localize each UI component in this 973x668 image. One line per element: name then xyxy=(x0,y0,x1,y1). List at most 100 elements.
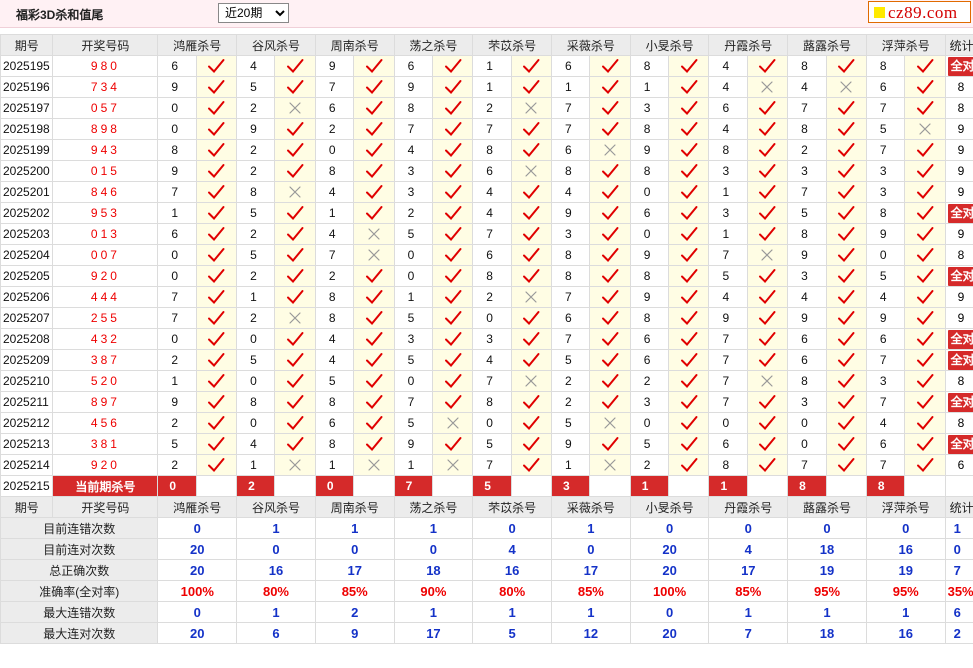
result-mark-cell xyxy=(904,97,946,119)
kill-number-cell: 6 xyxy=(865,328,906,350)
kill-number-cell: 1 xyxy=(550,76,591,98)
summary-value: 1 xyxy=(551,601,631,623)
draw-row: 2025202 953 1 5 1 2 4 9 6 3 5 8 全对 xyxy=(0,202,973,224)
result-mark-cell xyxy=(668,139,710,161)
cross-icon xyxy=(525,375,537,387)
kill-number-cell: 8 xyxy=(393,97,433,119)
check-icon xyxy=(916,395,934,409)
result-mark-cell xyxy=(510,223,553,245)
result-mark-cell xyxy=(510,55,553,77)
summary-row: 准确率(全对率) 100% 80% 85% 90% 80% 85% 100% 85% 95% 95%… xyxy=(0,580,973,602)
check-icon xyxy=(208,59,225,73)
kill-number-cell: 2 xyxy=(550,391,591,413)
summary-value: 0 xyxy=(472,517,552,539)
current-empty-cell xyxy=(825,475,867,497)
all-correct-badge: 全对 xyxy=(947,329,973,349)
check-icon xyxy=(523,416,540,430)
stat-cell: 全对 xyxy=(944,265,973,287)
stat-cell: 6 xyxy=(944,454,973,476)
check-icon xyxy=(680,164,698,178)
stat-value: 9 xyxy=(957,185,965,199)
check-icon xyxy=(208,269,225,283)
cross-icon xyxy=(368,249,380,261)
kill-number-cell: 6 xyxy=(708,97,748,119)
kill-number-cell: 9 xyxy=(157,391,197,413)
check-icon xyxy=(444,185,462,199)
draw-row: 2025211 897 9 8 8 7 8 2 3 7 3 7 全对 xyxy=(0,391,973,413)
all-correct-badge: 全对 xyxy=(947,434,973,454)
draw-row: 2025210 520 1 0 5 0 7 2 2 7 8 3 8 xyxy=(0,370,973,392)
result-mark-cell xyxy=(431,244,474,266)
kill-number-cell: 5 xyxy=(865,118,906,140)
kill-number-cell: 7 xyxy=(708,244,748,266)
current-kill-number: 8 xyxy=(865,475,906,497)
summary-value: 1 xyxy=(314,517,395,539)
check-icon xyxy=(916,353,934,367)
result-mark-cell xyxy=(353,76,395,98)
kill-number-cell: 8 xyxy=(629,265,670,287)
summary-label: 准确率(全对率) xyxy=(0,580,159,602)
result-mark-cell xyxy=(431,370,474,392)
summary-value: 80% xyxy=(236,580,316,602)
period-select[interactable]: 近20期 xyxy=(218,3,289,23)
summary-value: 20 xyxy=(629,538,710,560)
issue-cell: 2025203 xyxy=(0,223,54,245)
summary-value: 19 xyxy=(787,559,867,581)
issue-cell: 2025208 xyxy=(0,328,54,350)
site-logo[interactable]: cz89.com xyxy=(868,1,971,23)
kill-number-cell: 6 xyxy=(550,307,591,329)
result-mark-cell xyxy=(510,160,553,182)
kill-number-cell: 7 xyxy=(314,76,355,98)
check-icon xyxy=(602,290,619,304)
stat-value: 6 xyxy=(957,458,965,472)
kill-number-cell: 0 xyxy=(393,244,433,266)
result-mark-cell xyxy=(589,370,631,392)
check-icon xyxy=(287,143,304,157)
result-mark-cell xyxy=(589,286,631,308)
result-mark-cell xyxy=(274,181,316,203)
result-mark-cell xyxy=(825,265,867,287)
kill-number-cell: 3 xyxy=(865,181,906,203)
draw-row: 2025206 444 7 1 8 1 2 7 9 4 4 4 9 xyxy=(0,286,973,308)
kill-number-cell: 3 xyxy=(629,97,670,119)
kill-number-cell: 0 xyxy=(393,265,433,287)
kill-number-cell: 6 xyxy=(629,328,670,350)
check-icon xyxy=(365,437,383,451)
result-mark-cell xyxy=(431,223,474,245)
kill-number-cell: 7 xyxy=(472,118,512,140)
kill-number-cell: 7 xyxy=(157,181,197,203)
kill-number-cell: 5 xyxy=(787,202,827,224)
result-mark-cell xyxy=(589,307,631,329)
check-icon xyxy=(523,59,540,73)
check-icon xyxy=(759,101,776,115)
kill-number-cell: 3 xyxy=(472,328,512,350)
draw-number-cell: 015 xyxy=(52,160,159,182)
summary-label: 最大连错次数 xyxy=(0,601,159,623)
check-icon xyxy=(916,80,934,94)
check-icon xyxy=(365,374,383,388)
stat-value: 8 xyxy=(957,80,965,94)
summary-value: 90% xyxy=(393,580,474,602)
check-icon xyxy=(523,206,540,220)
result-mark-cell xyxy=(904,76,946,98)
check-icon xyxy=(523,122,540,136)
result-mark-cell xyxy=(431,118,474,140)
kill-number-cell: 6 xyxy=(550,139,591,161)
result-mark-cell xyxy=(431,139,474,161)
kill-number-cell: 6 xyxy=(157,223,197,245)
kill-number-cell: 7 xyxy=(314,244,355,266)
check-icon xyxy=(680,248,698,262)
cross-icon xyxy=(525,291,537,303)
result-mark-cell xyxy=(746,412,789,434)
result-mark-cell xyxy=(274,412,316,434)
summary-label: 总正确次数 xyxy=(0,559,159,581)
check-icon xyxy=(838,164,855,178)
result-mark-cell xyxy=(274,55,316,77)
check-icon xyxy=(838,395,855,409)
check-icon xyxy=(444,332,462,346)
summary-value: 12 xyxy=(551,622,631,644)
result-mark-cell xyxy=(353,307,395,329)
kill-number-cell: 8 xyxy=(472,139,512,161)
check-icon xyxy=(287,248,304,262)
kill-number-cell: 0 xyxy=(314,139,355,161)
